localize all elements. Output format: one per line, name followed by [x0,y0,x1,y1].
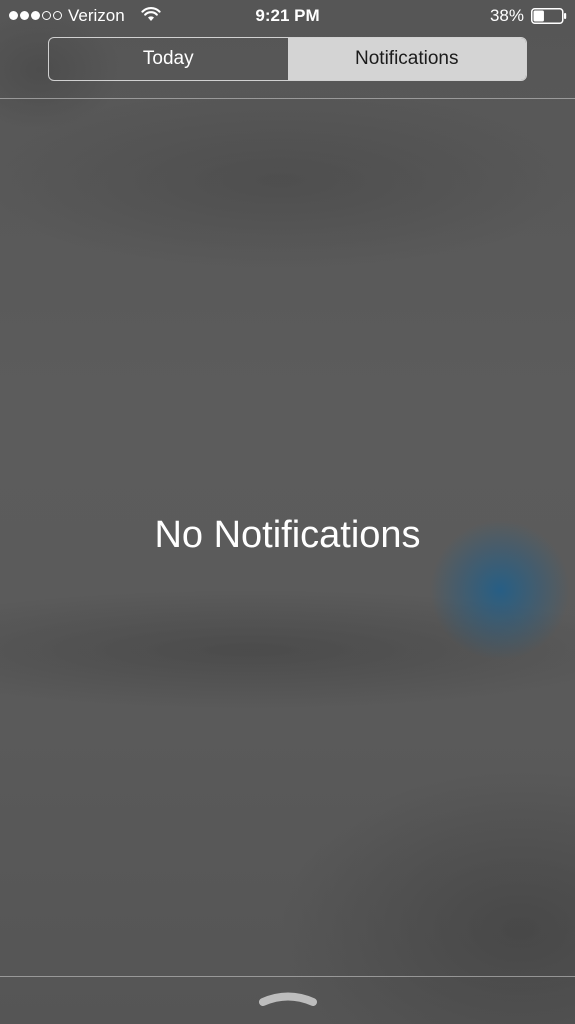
today-notifications-segmented-control: Today Notifications [48,37,527,81]
battery-percentage: 38% [489,6,524,25]
header-divider [0,98,575,99]
status-bar: Verizon 9:21 PM 38% [0,0,575,32]
footer-divider [0,976,575,977]
clock-time: 9:21 PM [255,6,320,25]
empty-state-message: No Notifications [154,514,421,556]
tab-notifications[interactable]: Notifications [287,38,526,80]
battery-icon [531,8,567,24]
tab-today[interactable]: Today [49,38,288,80]
blurred-background [0,0,575,1024]
grabber-handle-icon[interactable] [258,989,318,1009]
